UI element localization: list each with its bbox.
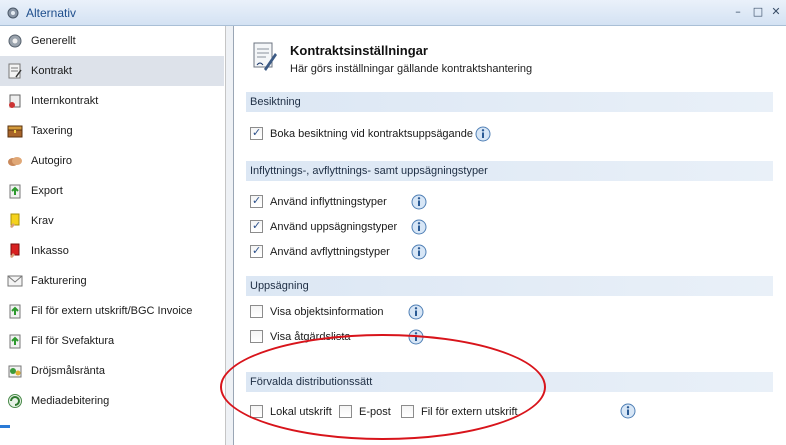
- info-icon[interactable]: [411, 219, 427, 235]
- handshake-icon: [8, 157, 22, 166]
- media-icon: [8, 394, 22, 408]
- sidebar-item-mediadebitering[interactable]: Mediadebitering: [0, 386, 224, 416]
- sidebar-item-label: Fakturering: [31, 275, 87, 287]
- sidebar-item-krav[interactable]: Krav: [0, 206, 224, 236]
- section-title: Uppsägning: [250, 280, 309, 292]
- sidebar-item-label: Export: [31, 185, 63, 197]
- checkbox-label: Boka besiktning vid kontraktsuppsägande: [270, 128, 474, 140]
- sidebar-item-label: Fil för extern utskrift/BGC Invoice: [31, 305, 193, 317]
- checkbox[interactable]: ✓: [250, 244, 263, 258]
- title-bar: Alternativ – □ ✕: [0, 0, 786, 26]
- annotation-circle: [220, 334, 546, 440]
- checkbox[interactable]: ✓: [250, 219, 263, 233]
- sidebar-item-export[interactable]: Export: [0, 176, 224, 206]
- envelope-icon: [7, 275, 23, 287]
- file-export-icon: [9, 334, 21, 349]
- sidebar-item-label: Mediadebitering: [31, 395, 110, 407]
- sidebar-item-inkasso[interactable]: Inkasso: [0, 236, 224, 266]
- info-icon[interactable]: [620, 403, 636, 419]
- sidebar: Generellt Kontrakt Internkontrakt Taxeri…: [0, 26, 226, 445]
- sidebar-item-label: Taxering: [31, 125, 73, 137]
- sidebar-item-kontrakt[interactable]: Kontrakt: [0, 56, 224, 86]
- info-icon[interactable]: [475, 126, 491, 142]
- checkbox[interactable]: [250, 330, 263, 343]
- sidebar-item-fil-extern-utskrift[interactable]: Fil för extern utskrift/BGC Invoice: [0, 296, 224, 326]
- sidebar-item-taxering[interactable]: Taxering: [0, 116, 224, 146]
- maximize-button[interactable]: □: [750, 4, 766, 20]
- checkbox-label: Visa objektsinformation: [270, 306, 384, 318]
- info-icon[interactable]: [408, 304, 424, 320]
- internal-contract-icon: [9, 94, 21, 108]
- sidebar-item-label: Kontrakt: [31, 65, 72, 77]
- sidebar-item-label: Fil för Svefaktura: [31, 335, 115, 347]
- info-icon[interactable]: [411, 194, 427, 210]
- treasure-chest-icon: [7, 125, 23, 138]
- contract-document-icon: [253, 42, 277, 71]
- window-title: Alternativ: [26, 6, 77, 20]
- sidebar-item-drojsmalsranta[interactable]: Dröjsmålsränta: [0, 356, 224, 386]
- yellow-card-icon: [10, 213, 20, 228]
- section-header-besiktning: Besiktning: [246, 92, 773, 112]
- close-button[interactable]: ✕: [768, 4, 784, 20]
- sidebar-item-label: Generellt: [31, 35, 76, 47]
- section-title: Besiktning: [250, 96, 301, 108]
- checkbox-label: Använd avflyttningstyper: [270, 246, 390, 258]
- gear-icon: [7, 7, 19, 19]
- interest-icon: [8, 365, 22, 378]
- checkbox[interactable]: [250, 305, 263, 318]
- export-icon: [9, 184, 21, 199]
- sidebar-item-fakturering[interactable]: Fakturering: [0, 266, 224, 296]
- red-card-icon: [10, 243, 20, 258]
- section-title: Inflyttnings-, avflyttnings- samt uppsäg…: [250, 165, 488, 177]
- sidebar-item-label: Autogiro: [31, 155, 72, 167]
- checkbox[interactable]: ✓: [250, 126, 263, 140]
- sidebar-item-label: Krav: [31, 215, 54, 227]
- contract-icon: [8, 63, 22, 79]
- page-subtitle: Här görs inställningar gällande kontrakt…: [290, 63, 533, 75]
- sidebar-scroll-indicator: [0, 425, 10, 428]
- sidebar-item-label: Internkontrakt: [31, 95, 99, 107]
- file-export-icon: [9, 304, 21, 319]
- info-icon[interactable]: [411, 244, 427, 260]
- minimize-button[interactable]: –: [730, 4, 746, 20]
- gear-icon: [8, 34, 22, 48]
- sidebar-item-internkontrakt[interactable]: Internkontrakt: [0, 86, 224, 116]
- checkbox-label: Använd uppsägningstyper: [270, 221, 398, 233]
- section-header-typer: Inflyttnings-, avflyttnings- samt uppsäg…: [246, 161, 773, 181]
- sidebar-item-fil-svefaktura[interactable]: Fil för Svefaktura: [0, 326, 224, 356]
- checkbox[interactable]: ✓: [250, 194, 263, 208]
- checkbox-label: Använd inflyttningstyper: [270, 196, 387, 208]
- sidebar-item-generellt[interactable]: Generellt: [0, 26, 224, 56]
- page-title: Kontraktsinställningar: [290, 43, 428, 58]
- sidebar-item-label: Dröjsmålsränta: [31, 365, 105, 377]
- sidebar-item-label: Inkasso: [31, 245, 69, 257]
- sidebar-item-autogiro[interactable]: Autogiro: [0, 146, 224, 176]
- section-header-uppsagning: Uppsägning: [246, 276, 773, 296]
